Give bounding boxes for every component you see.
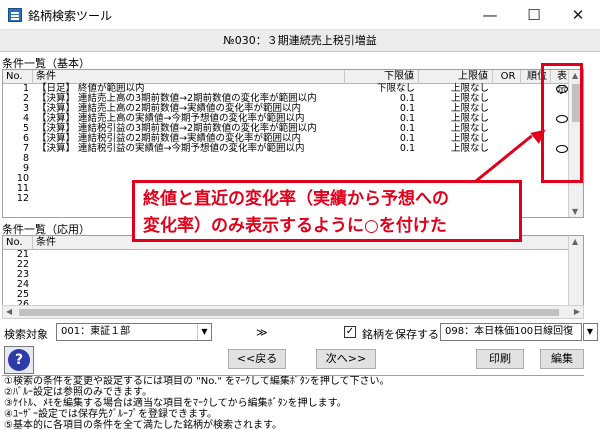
search-target-label: 検索対象 [4,328,48,341]
scroll-down-icon[interactable]: ▼ [572,207,578,216]
col-no[interactable]: No. [3,70,33,84]
instruction-line: ⑤基本的に各項目の条件を全て満たした銘柄が検索されます。 [4,420,282,430]
row-number: 12 [16,193,29,204]
save-target-dropdown[interactable]: ▼ [583,323,598,341]
instruction-line: ③ｹｲﾄﾙ、ﾒﾓを編集する場合は適当な項目をﾏｰｸしてから編集ﾎﾞﾀﾝを押します… [4,398,347,409]
basic-grid-header: No. 条件 下限値 上限値 OR 順位 表示 [3,70,583,96]
preset-title: №030：３期連続売上税引増益 [0,30,600,52]
table-row[interactable]: 21 [3,250,583,260]
col-no[interactable]: No. [3,236,33,250]
table-row[interactable]: 23 [3,270,583,280]
table-row[interactable]: 22 [3,260,583,270]
scroll-up-icon[interactable]: ▲ [572,237,578,246]
applied-rows: 212223242526 [3,250,583,310]
col-lower[interactable]: 下限値 [345,70,419,84]
row-lower: 0.1 [399,143,415,154]
scroll-left-icon[interactable]: ◀ [6,307,12,316]
print-button[interactable]: 印刷 [476,349,524,369]
instruction-line: ①検索の条件を変更や設定するには項目の "No." をﾏｰｸして編集ﾎﾞﾀﾝを押… [4,376,390,387]
instructions-panel: ①検索の条件を変更や設定するには項目の "No." をﾏｰｸして編集ﾎﾞﾀﾝを押… [2,375,584,430]
chevron-down-icon[interactable]: ▼ [583,324,597,340]
help-button[interactable]: ? [4,346,34,374]
hscroll-thumb[interactable] [19,309,559,316]
maximize-button[interactable]: ☐ [512,0,556,30]
table-row[interactable]: 25 [3,290,583,300]
title-bar: 銘柄検索ツール — ☐ ✕ [0,0,600,30]
search-target-select[interactable]: 001：東証１部 ▼ [56,323,212,341]
chevron-down-icon[interactable]: ▼ [197,324,211,340]
save-label: 銘柄を保存する [362,328,439,341]
row-condition: 【決算】 連結税引益の実績値→今期予想値の変化率が範囲以内 [37,143,305,154]
app-icon [8,8,22,22]
annotation-callout: 終値と直近の変化率（実績から予想への 変化率）のみ表示するように○を付けた [132,180,522,242]
horizontal-scrollbar[interactable]: ◀ ▶ [2,305,584,319]
table-row[interactable]: 7 【決算】 連結税引益の実績値→今期予想値の変化率が範囲以内 0.1 上限なし [3,144,583,154]
col-or[interactable]: OR [493,70,521,84]
col-condition[interactable]: 条件 [33,70,345,84]
table-row[interactable]: 24 [3,280,583,290]
help-icon: ? [8,349,30,371]
window-title: 銘柄検索ツール [28,9,113,23]
minimize-button[interactable]: — [468,0,512,30]
callout-line-2: 変化率）のみ表示するように○を付けた [143,216,447,236]
scroll-right-icon[interactable]: ▶ [574,307,580,316]
row-upper: 上限なし [450,143,489,154]
search-target-value: 001：東証１部 [61,326,131,337]
instruction-line: ②ﾊﾞﾙｰ設定は参照のみできます。 [4,387,152,398]
edit-button[interactable]: 編集 [540,349,584,369]
annotation-highlight-box [541,63,583,183]
nav-arrows[interactable]: ≫ [256,326,268,339]
next-button[interactable]: 次へ>> [316,349,376,369]
instruction-line: ④ﾕｰｻﾞｰ設定では保存先ｸﾞﾙｰﾌﾟを登録できます。 [4,409,217,420]
col-upper[interactable]: 上限値 [419,70,493,84]
callout-line-1: 終値と直近の変化率（実績から予想への [143,189,449,209]
prev-button[interactable]: <<戻る [228,349,286,369]
save-target-value: 098：本日株価100日線回復 [445,326,574,337]
save-target-select[interactable]: 098：本日株価100日線回復 [440,323,582,341]
save-checkbox[interactable]: ✓ [344,326,356,338]
close-button[interactable]: ✕ [556,0,600,30]
